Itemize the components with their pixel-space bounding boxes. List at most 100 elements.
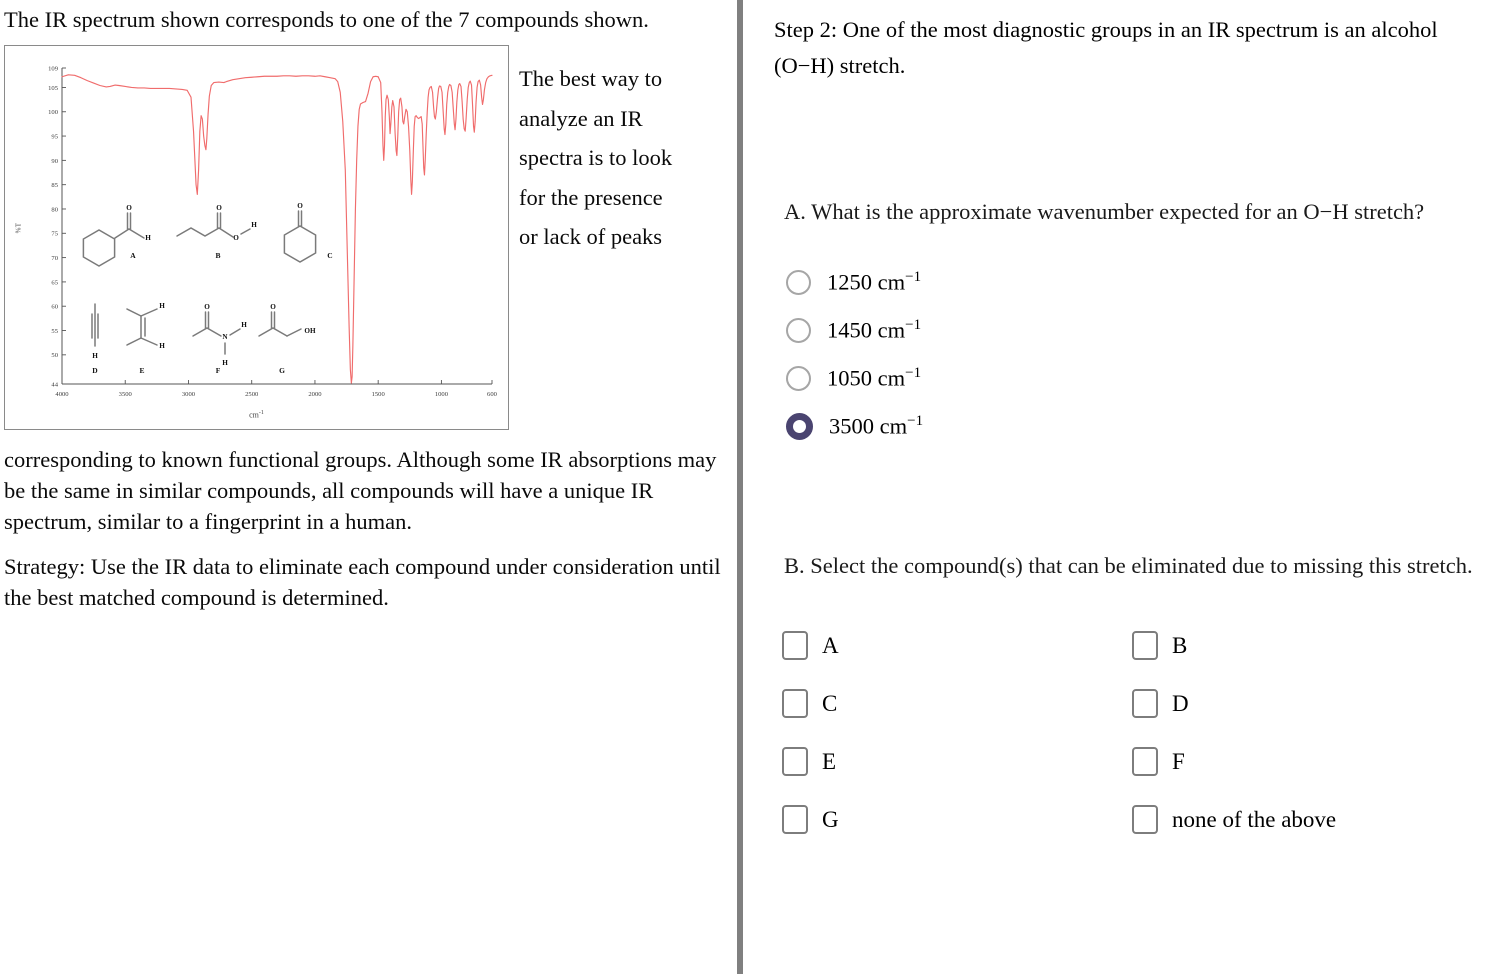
svg-text:H: H [145,234,151,242]
checkbox-label: F [1172,748,1185,774]
body-paragraph: corresponding to known functional groups… [4,447,717,534]
svg-text:80: 80 [51,206,58,213]
chart-and-note-row: %T cm-1 4000 3500 3000 2500 2000 1500 1000 600 4… [4,45,722,430]
radio-option-1050[interactable]: 1050 cm−1 [786,354,1494,402]
svg-text:50: 50 [51,352,58,359]
checkbox-label: D [1172,690,1189,716]
side-note-text: The best way to analyze an IR spectra is… [519,66,673,249]
svg-text:H: H [222,359,228,367]
strategy-paragraph: Strategy: Use the IR data to eliminate e… [4,554,721,610]
svg-text:75: 75 [51,231,58,238]
svg-text:2500: 2500 [245,391,259,398]
right-panel: Step 2: One of the most diagnostic group… [752,0,1498,974]
radio-button-1450[interactable] [786,317,811,343]
radio-button-1250[interactable] [786,269,811,295]
checkbox-b[interactable] [1132,630,1158,660]
radio-label-1050: 1050 cm−1 [827,365,922,391]
left-panel: The IR spectrum shown corresponds to one… [0,0,730,974]
molecule-a: O H A [82,204,151,267]
svg-text:O: O [270,303,276,311]
panel-divider [737,0,743,974]
radio-label-1450: 1450 cm−1 [827,317,922,343]
molecule-f: ONHHF [192,303,247,375]
intro-text: The IR spectrum shown corresponds to one… [4,7,649,32]
svg-text:70: 70 [51,255,58,262]
checkbox-c[interactable] [782,688,808,718]
checkbox-option-a[interactable]: A [782,616,1132,674]
svg-text:C: C [327,251,332,260]
svg-text:105: 105 [48,85,59,92]
svg-text:O: O [297,202,303,210]
checkbox-none-of-the-above[interactable] [1132,804,1158,834]
svg-text:44: 44 [51,381,58,388]
checkbox-a[interactable] [782,630,808,660]
svg-text:4000: 4000 [55,391,69,398]
svg-text:O: O [216,204,222,212]
checkbox-option-c[interactable]: C [782,674,1132,732]
checkbox-label: C [822,690,838,716]
svg-text:55: 55 [51,328,58,335]
checkbox-option-none-of-the-above[interactable]: none of the above [1132,790,1494,848]
checkbox-label: B [1172,632,1188,658]
svg-text:60: 60 [51,304,58,311]
svg-text:A: A [130,251,136,260]
svg-text:O: O [233,234,239,242]
checkbox-label: G [822,806,839,832]
chart-plot-area: 4000 3500 3000 2500 2000 1500 1000 600 44 50 55 60 6… [48,65,498,398]
svg-text:H: H [159,302,165,310]
radio-button-3500[interactable] [786,412,813,440]
checkbox-option-e[interactable]: E [782,732,1132,790]
molecule-b: O O H B [176,204,257,260]
svg-text:B: B [215,251,220,260]
step-title: Step 2: One of the most diagnostic group… [774,17,1438,78]
radio-option-1250[interactable]: 1250 cm−1 [786,258,1494,306]
svg-text:N: N [222,333,228,341]
svg-text:1000: 1000 [435,391,449,398]
spectrum-trace [61,74,493,384]
svg-text:109: 109 [48,65,59,72]
compound-checkbox-group[interactable]: A B C D E F Gnone of the above [774,616,1494,848]
svg-text:G: G [279,366,285,375]
checkbox-e[interactable] [782,746,808,776]
molecule-d: HD [91,303,99,375]
checkbox-label: A [822,632,839,658]
svg-text:H: H [92,352,98,360]
molecule-g: O OH G [258,303,316,375]
svg-text:D: D [92,366,98,375]
checkbox-option-b[interactable]: B [1132,616,1494,674]
svg-text:65: 65 [51,279,58,286]
svg-text:O: O [126,204,132,212]
svg-text:85: 85 [51,182,58,189]
svg-text:600: 600 [487,391,498,398]
svg-text:E: E [139,366,144,375]
radio-label-1250: 1250 cm−1 [827,269,922,295]
svg-text:O: O [204,303,210,311]
question-a-text: A. What is the approximate wavenumber ex… [784,199,1425,224]
svg-text:3500: 3500 [119,391,133,398]
page-root: The IR spectrum shown corresponds to one… [0,0,1498,974]
radio-option-3500[interactable]: 3500 cm−1 [786,402,1494,450]
svg-text:OH: OH [304,327,316,335]
checkbox-f[interactable] [1132,746,1158,776]
radio-button-1050[interactable] [786,365,811,391]
question-b-text: B. Select the compound(s) that can be el… [784,553,1473,578]
checkbox-option-g[interactable]: G [782,790,1132,848]
svg-text:2000: 2000 [308,391,322,398]
radio-option-1450[interactable]: 1450 cm−1 [786,306,1494,354]
svg-text:1500: 1500 [372,391,386,398]
svg-text:90: 90 [51,158,58,165]
checkbox-g[interactable] [782,804,808,834]
wavenumber-radio-group[interactable]: 1250 cm−1 1450 cm−1 1050 cm−1 3500 cm−1 [774,258,1494,450]
svg-text:F: F [216,366,221,375]
checkbox-option-f[interactable]: F [1132,732,1494,790]
molecule-c: OC [283,202,333,263]
checkbox-label: E [822,748,837,774]
checkbox-option-d[interactable]: D [1132,674,1494,732]
molecule-e: H H E [126,302,165,375]
svg-text:H: H [159,342,165,350]
checkbox-label: none of the above [1172,806,1337,832]
svg-text:100: 100 [48,109,59,116]
checkbox-d[interactable] [1132,688,1158,718]
radio-label-3500: 3500 cm−1 [829,413,924,439]
svg-text:3000: 3000 [182,391,196,398]
